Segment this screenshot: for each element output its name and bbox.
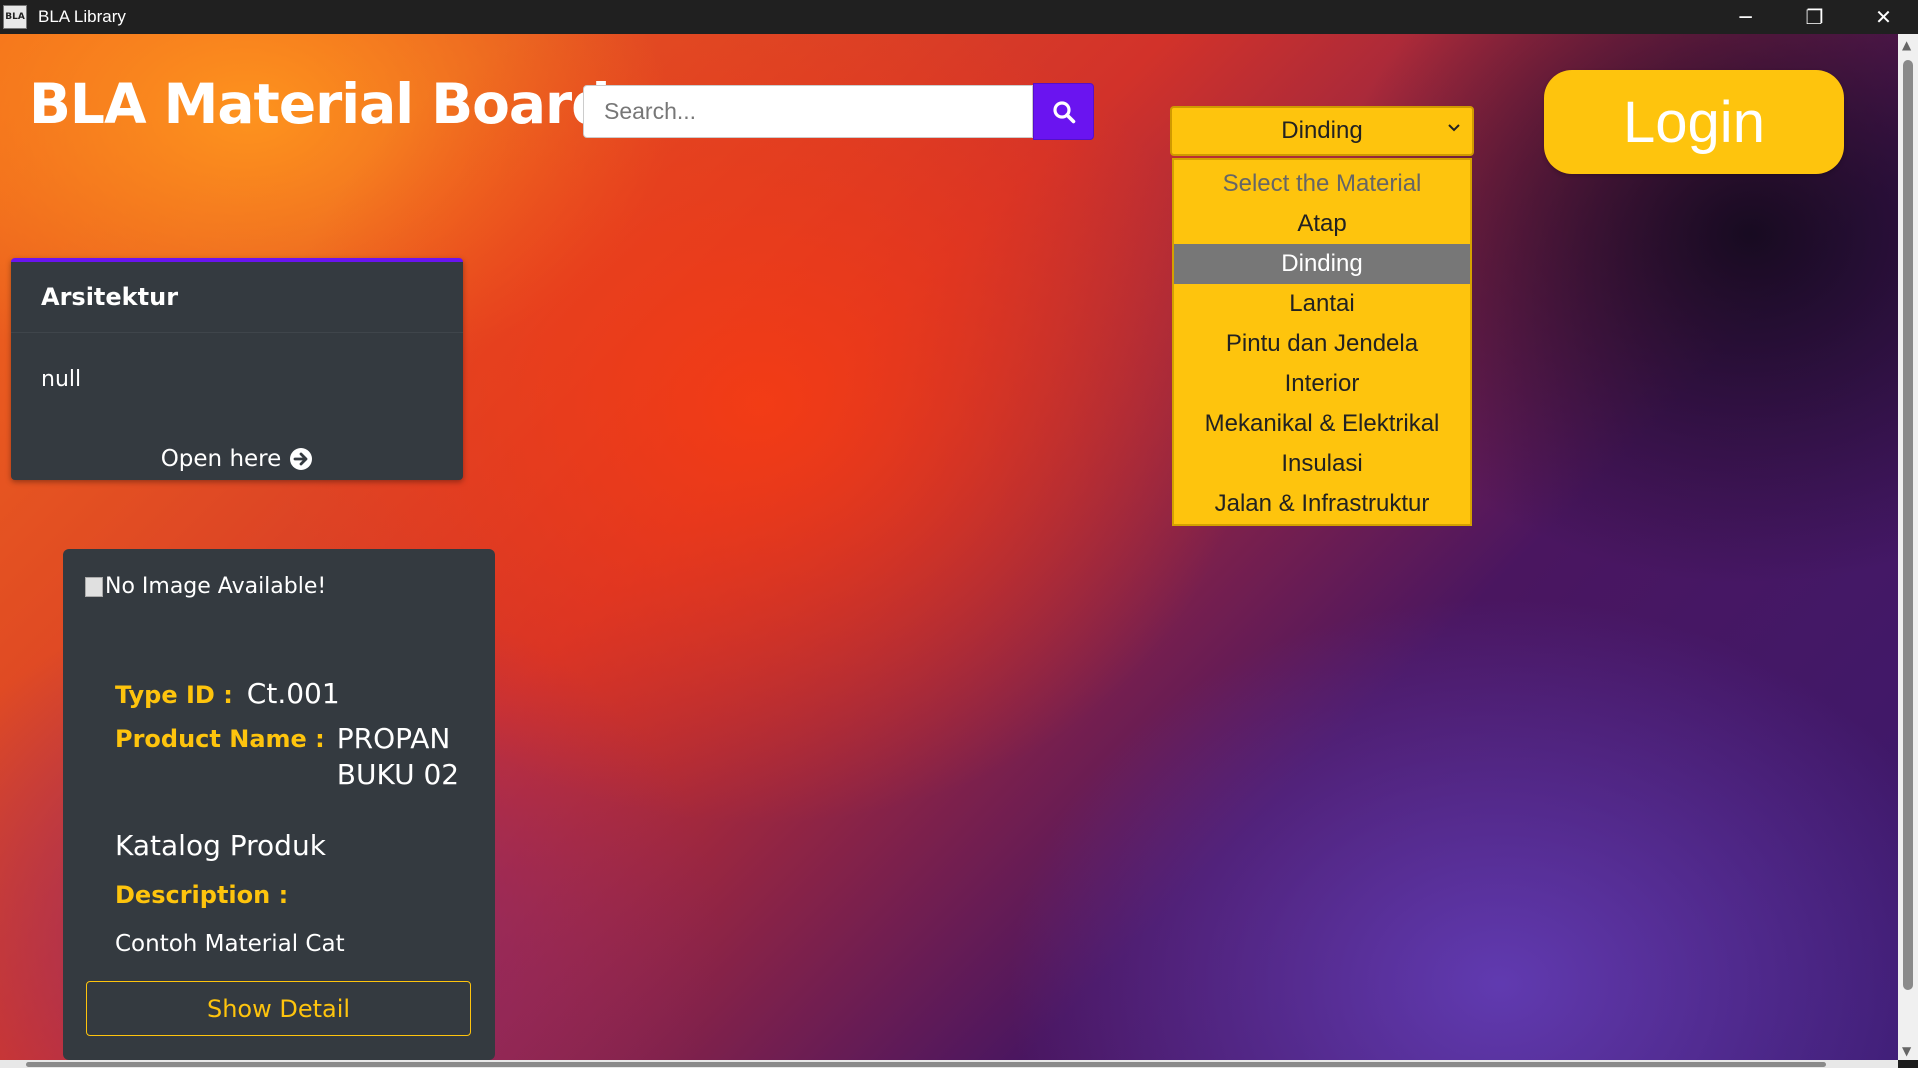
product-image-alt: No Image Available! [105,574,327,599]
description-label: Description : [115,881,289,909]
brand-title: BLA Material Board [29,72,611,136]
type-id-value: Ct.001 [246,677,340,710]
dropdown-option-pintu-jendela[interactable]: Pintu dan Jendela [1174,324,1470,364]
product-card: No Image Available! Type ID : Ct.001 Pro… [63,549,495,1060]
horizontal-scrollbar[interactable] [0,1060,1898,1068]
material-select-value: Dinding [1281,117,1363,144]
minimize-button[interactable]: ─ [1711,0,1780,34]
open-here-label: Open here [160,446,282,472]
vertical-scroll-thumb[interactable] [1903,60,1913,990]
search-icon [1052,100,1075,123]
category-body: null [41,367,82,392]
product-name-value: PROPAN BUKU 02 [336,722,460,791]
dropdown-option-jalan-infrastruktur[interactable]: Jalan & Infrastruktur [1174,484,1470,524]
product-image: No Image Available! [85,574,326,599]
product-name-label: Product Name : [115,725,325,753]
dropdown-option-interior[interactable]: Interior [1174,364,1470,404]
show-detail-button[interactable]: Show Detail [86,981,471,1036]
window-controls: ─ ❐ ✕ [1711,0,1918,34]
search-bar [583,83,1094,140]
description-value: Contoh Material Cat [115,931,345,957]
category-title: Arsitektur [11,262,463,333]
material-select[interactable]: Dinding [1170,106,1474,156]
category-card: Arsitektur null Open here [11,258,463,480]
search-input[interactable] [583,85,1033,138]
restore-button[interactable]: ❐ [1780,0,1849,34]
open-here-link[interactable]: Open here [11,446,463,472]
dropdown-option-dinding[interactable]: Dinding [1174,244,1470,284]
arrow-circle-right-icon [290,448,313,470]
product-name-row: Product Name : PROPAN BUKU 02 [115,722,477,793]
window-title: BLA Library [38,7,126,26]
scroll-down-icon[interactable]: ▼ [1902,1044,1911,1058]
login-button[interactable]: Login [1544,70,1844,174]
dropdown-option-lantai[interactable]: Lantai [1174,284,1470,324]
vertical-scrollbar[interactable]: ▲ ▼ [1898,34,1918,1060]
scroll-up-icon[interactable]: ▲ [1902,38,1911,52]
dropdown-option-insulasi[interactable]: Insulasi [1174,444,1470,484]
horizontal-scroll-thumb[interactable] [26,1062,1826,1067]
type-id-label: Type ID : [115,681,233,709]
dropdown-option-mekanikal-elektrikal[interactable]: Mekanikal & Elektrikal [1174,404,1470,444]
close-button[interactable]: ✕ [1849,0,1918,34]
katalog-title: Katalog Produk [115,829,326,862]
search-button[interactable] [1033,83,1094,140]
page-viewport: BLA Material Board Dinding Select the Ma… [0,34,1898,1060]
type-id-row: Type ID : Ct.001 [115,677,340,710]
dropdown-option-placeholder[interactable]: Select the Material [1174,164,1470,204]
chevron-down-icon [1448,124,1460,132]
window-titlebar: BLA BLA Library ─ ❐ ✕ [0,0,1918,34]
dropdown-option-atap[interactable]: Atap [1174,204,1470,244]
material-dropdown: Select the Material Atap Dinding Lantai … [1172,158,1472,526]
app-icon: BLA [3,5,27,29]
broken-image-icon [85,576,103,597]
